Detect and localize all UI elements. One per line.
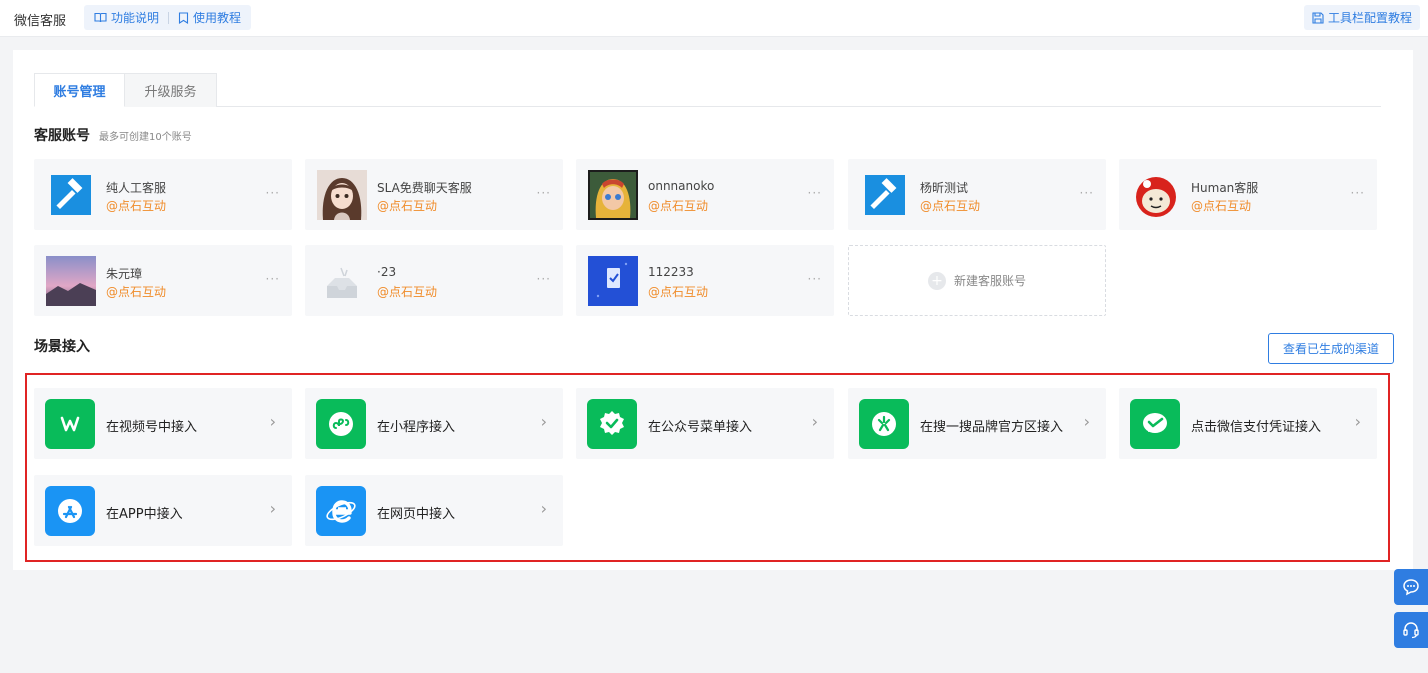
chevron-right-icon: › [1354, 412, 1361, 431]
support-float-button[interactable] [1394, 612, 1428, 648]
more-options-button[interactable]: ··· [537, 186, 551, 200]
tutorial-label: 使用教程 [193, 11, 242, 25]
account-name: 112233 [648, 265, 694, 279]
chevron-right-icon: › [540, 412, 547, 431]
scene-channels[interactable]: 在视频号中接入 › [34, 388, 292, 459]
account-card[interactable]: 纯人工客服 @点石互动 ··· [34, 159, 292, 230]
feature-doc-link[interactable]: 功能说明 [94, 9, 159, 26]
account-org: @点石互动 [377, 285, 438, 299]
account-org: @点石互动 [377, 199, 438, 213]
new-account-label: 新建客服账号 [953, 274, 1026, 288]
scene-label: 在APP中接入 [106, 507, 183, 522]
view-channels-button[interactable]: 查看已生成的渠道 [1268, 333, 1394, 364]
blue-phone-avatar [588, 256, 638, 306]
scene-app[interactable]: 在APP中接入 › [34, 475, 292, 546]
scene-official-account[interactable]: 在公众号菜单接入 › [576, 388, 834, 459]
book-icon [94, 12, 107, 23]
account-card[interactable]: 朱元璋 @点石互动 ··· [34, 245, 292, 316]
account-org: @点石互动 [1191, 199, 1252, 213]
scene-mini-program[interactable]: 在小程序接入 › [305, 388, 563, 459]
account-card[interactable]: ·23 @点石互动 ··· [305, 245, 563, 316]
chat-float-button[interactable] [1394, 569, 1428, 605]
scene-web[interactable]: 在网页中接入 › [305, 475, 563, 546]
account-org: @点石互动 [106, 285, 167, 299]
more-options-button[interactable]: ··· [808, 272, 822, 286]
more-options-button[interactable]: ··· [266, 272, 280, 286]
account-org: @点石互动 [106, 199, 167, 213]
more-options-button[interactable]: ··· [537, 272, 551, 286]
account-card[interactable]: 杨昕测试 @点石互动 ··· [848, 159, 1106, 230]
scene-wechat-pay[interactable]: 点击微信支付凭证接入 › [1119, 388, 1377, 459]
chevron-right-icon: › [269, 412, 276, 431]
toolbar-config-link[interactable]: 工具栏配置教程 [1303, 5, 1420, 30]
cartoon-girl-avatar [588, 170, 638, 220]
chat-bubble-icon [1403, 579, 1419, 596]
scene-label: 在网页中接入 [377, 507, 456, 522]
chevron-right-icon: › [540, 499, 547, 518]
more-options-button[interactable]: ··· [1351, 186, 1365, 200]
save-icon [1312, 11, 1324, 24]
account-name: 朱元璋 [106, 267, 143, 281]
account-name: onnnanoko [648, 179, 715, 193]
account-card[interactable]: 112233 @点石互动 ··· [576, 245, 834, 316]
toolbar-config-label: 工具栏配置教程 [1327, 11, 1412, 25]
hammer-logo-avatar [46, 170, 96, 220]
scene-label: 在搜一搜品牌官方区接入 [920, 420, 1064, 435]
official-account-icon [587, 399, 637, 449]
plus-icon: + [927, 271, 946, 290]
new-account-button[interactable]: + 新建客服账号 [848, 245, 1106, 316]
scene-label: 在小程序接入 [377, 420, 456, 435]
browser-icon [316, 486, 366, 536]
account-card[interactable]: SLA免费聊天客服 @点石互动 ··· [305, 159, 563, 230]
account-card[interactable]: onnnanoko @点石互动 ··· [576, 159, 834, 230]
account-name: SLA免费聊天客服 [377, 181, 472, 195]
search-search-icon [859, 399, 909, 449]
account-name: Human客服 [1191, 181, 1259, 195]
more-options-button[interactable]: ··· [1080, 186, 1094, 200]
scene-search[interactable]: 在搜一搜品牌官方区接入 › [848, 388, 1106, 459]
top-bar: 微信客服 功能说明 使用教程 工具栏配置教程 [0, 0, 1428, 37]
page-title: 微信客服 [14, 14, 67, 29]
pink-sky-avatar [46, 256, 96, 306]
mini-program-icon [316, 399, 366, 449]
account-name: ·23 [377, 265, 397, 279]
account-org: @点石互动 [648, 199, 709, 213]
feature-doc-label: 功能说明 [111, 11, 160, 25]
red-helmet-avatar [1131, 170, 1181, 220]
more-options-button[interactable]: ··· [266, 186, 280, 200]
link-divider [168, 11, 170, 24]
scene-label: 在公众号菜单接入 [648, 420, 753, 435]
account-name: 杨昕测试 [920, 181, 969, 195]
headset-icon [1403, 622, 1419, 639]
accounts-section-subtitle: 最多可创建10个账号 [99, 132, 192, 143]
channels-icon [45, 399, 95, 449]
bookmark-icon [178, 11, 189, 24]
account-name: 纯人工客服 [106, 181, 167, 195]
scenes-section-title: 场景接入 [34, 339, 90, 355]
wechat-pay-icon [1130, 399, 1180, 449]
accounts-section-title: 客服账号 [34, 128, 90, 144]
anime-girl-avatar [317, 170, 367, 220]
scene-label: 在视频号中接入 [106, 420, 198, 435]
empty-box-avatar [317, 256, 367, 306]
tab-upgrade-service[interactable]: 升级服务 [125, 73, 217, 107]
help-links: 功能说明 使用教程 [84, 5, 252, 30]
chevron-right-icon: › [269, 499, 276, 518]
chevron-right-icon: › [1083, 412, 1090, 431]
main-panel: 账号管理 升级服务 客服账号 最多可创建10个账号 纯人工客服 @点石互动 ··… [13, 50, 1413, 570]
chevron-right-icon: › [811, 412, 818, 431]
hammer-logo-avatar [860, 170, 910, 220]
tab-account-management[interactable]: 账号管理 [34, 73, 125, 107]
tutorial-link[interactable]: 使用教程 [178, 9, 241, 26]
app-store-icon [45, 486, 95, 536]
scene-label: 点击微信支付凭证接入 [1191, 420, 1322, 435]
account-org: @点石互动 [920, 199, 981, 213]
account-org: @点石互动 [648, 285, 709, 299]
tab-bar: 账号管理 升级服务 [34, 73, 1381, 107]
account-card[interactable]: Human客服 @点石互动 ··· [1119, 159, 1377, 230]
more-options-button[interactable]: ··· [808, 186, 822, 200]
